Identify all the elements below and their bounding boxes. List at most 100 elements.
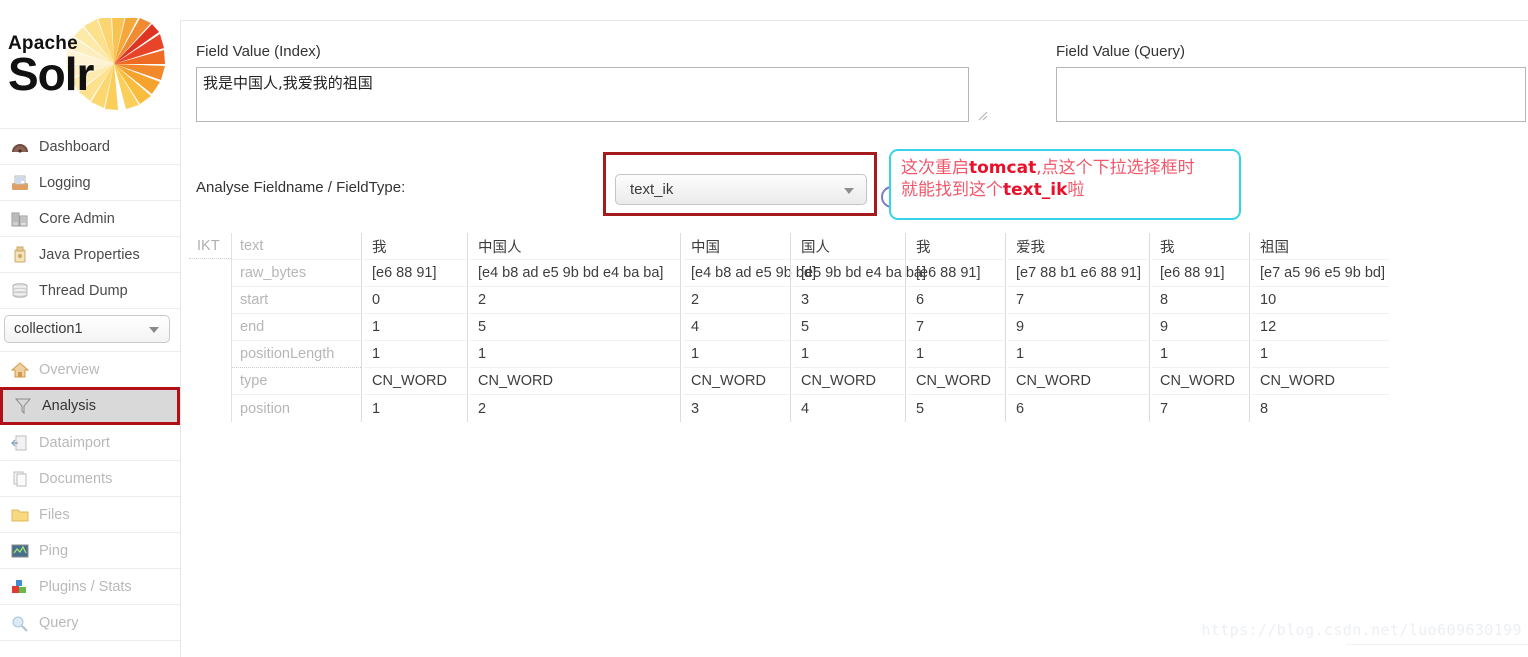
java-properties-icon — [10, 246, 30, 264]
query-field-block: Field Value (Query) — [1056, 43, 1526, 127]
sidebar-item-files[interactable]: Files — [0, 497, 180, 533]
callout-l2-post: 啦 — [1067, 180, 1085, 201]
token-cell: 8 — [1152, 287, 1249, 314]
token-column: 我 [e6 88 91] 8 9 1 CN_WORD 7 — [1149, 233, 1249, 422]
token-cell: [e6 88 91] — [1152, 260, 1249, 287]
token-cell: [e4 b8 ad e5 9b bd e4 ba ba] — [470, 260, 680, 287]
query-field-label: Field Value (Query) — [1056, 43, 1185, 60]
attribute-label: type — [232, 368, 361, 395]
home-icon — [10, 361, 30, 379]
token-column: 国人 [e5 9b bd e4 ba ba] 3 5 1 CN_WORD 4 — [790, 233, 926, 422]
chevron-down-icon — [149, 327, 159, 333]
core-selector[interactable]: collection1 — [4, 315, 170, 343]
token-cell: 祖国 — [1252, 233, 1389, 260]
sidebar-label: Dataimport — [39, 434, 110, 451]
token-cell: 1 — [1152, 341, 1249, 368]
token-cell: 5 — [916, 400, 925, 417]
dataimport-icon — [10, 434, 30, 452]
token-cell: 3 — [793, 287, 905, 314]
token-cell: 3 — [691, 400, 700, 417]
attribute-label: end — [232, 314, 361, 341]
token-cell: 5 — [470, 314, 680, 341]
token-column: 我 [e6 88 91] 0 1 1 CN_WORD 1 — [361, 233, 467, 422]
token-cell: 1 — [372, 400, 381, 417]
solr-logo[interactable]: Apache Solr — [0, 0, 180, 128]
token-cell: 4 — [683, 314, 790, 341]
token-column: 祖国 [e7 a5 96 e5 9b bd] 10 12 1 CN_WORD 8 — [1249, 233, 1389, 422]
sidebar-label: Logging — [39, 174, 91, 191]
analyzer-label: IKT — [189, 233, 231, 259]
token-cell: [e6 88 91] — [908, 260, 1005, 287]
token-cell: 爱我 — [1008, 233, 1149, 260]
token-cell: 1 — [364, 314, 467, 341]
funnel-icon — [13, 397, 33, 415]
token-cell: 7 — [908, 314, 1005, 341]
token-cell: 中国 — [683, 233, 790, 260]
attribute-label: text — [232, 233, 361, 260]
documents-icon — [10, 470, 30, 488]
index-value-textarea[interactable] — [196, 67, 969, 122]
sidebar-item-thread-dump[interactable]: Thread Dump — [0, 273, 180, 309]
sidebar-label: Plugins / Stats — [39, 578, 132, 595]
token-cell: 4 — [801, 400, 810, 417]
token-cell: CN_WORD — [1252, 368, 1389, 395]
dashboard-icon — [10, 138, 30, 156]
analyzer-column: IKT — [189, 233, 231, 422]
attribute-column: text raw_bytes start end positionLength type p… — [231, 233, 361, 422]
callout-l2-bold: text_ik — [1003, 180, 1068, 201]
plugins-icon — [10, 578, 30, 596]
sidebar-item-core-admin[interactable]: Core Admin — [0, 201, 180, 237]
token-cell: 我 — [1152, 233, 1249, 260]
token-cell: 7 — [1160, 400, 1169, 417]
sidebar-item-overview[interactable]: Overview — [0, 352, 180, 388]
sidebar-item-logging[interactable]: Logging — [0, 165, 180, 201]
global-nav: Dashboard Logging Core Admin Java Proper… — [0, 128, 180, 309]
token-cell: [e5 9b bd e4 ba ba] — [793, 260, 926, 287]
index-field-block: Field Value (Index) — [196, 43, 988, 127]
watermark: https://blog.csdn.net/luo609630199 — [1201, 621, 1522, 639]
token-cell: 国人 — [793, 233, 905, 260]
token-cell: 2 — [683, 287, 790, 314]
token-cell: 我 — [908, 233, 1005, 260]
sidebar-label: Query — [39, 614, 79, 631]
sidebar-item-dashboard[interactable]: Dashboard — [0, 129, 180, 165]
sidebar-item-query[interactable]: Query — [0, 605, 180, 641]
attribute-label: raw_bytes — [232, 260, 361, 287]
token-cell: 5 — [793, 314, 905, 341]
sidebar-item-plugins-stats[interactable]: Plugins / Stats — [0, 569, 180, 605]
token-cell: CN_WORD — [1152, 368, 1249, 395]
token-column: 我 [e6 88 91] 6 7 1 CN_WORD 5 — [905, 233, 1005, 422]
sidebar-item-documents[interactable]: Documents — [0, 461, 180, 497]
resize-grip-icon — [978, 111, 988, 121]
query-icon — [10, 614, 30, 632]
sidebar-item-java-properties[interactable]: Java Properties — [0, 237, 180, 273]
sidebar-item-dataimport[interactable]: Dataimport — [0, 425, 180, 461]
core-admin-icon — [10, 210, 30, 228]
sidebar-item-ping[interactable]: Ping — [0, 533, 180, 569]
token-cell: CN_WORD — [793, 368, 905, 395]
thread-dump-icon — [10, 282, 30, 300]
solr-wordmark: Apache Solr — [8, 34, 94, 97]
callout-l1-bold: tomcat — [969, 158, 1037, 178]
callout-l1-pre: 这次重启 — [901, 158, 969, 178]
analyse-fieldtype-row: Analyse Fieldname / FieldType: — [196, 179, 405, 196]
token-cell: [e6 88 91] — [364, 260, 467, 287]
callout-line-2: 就能找到这个text_ik啦 — [901, 179, 1231, 201]
core-selector-wrap: collection1 — [0, 309, 180, 351]
logging-icon — [10, 174, 30, 192]
token-cell: 10 — [1252, 287, 1389, 314]
token-cell: 1 — [1252, 341, 1389, 368]
token-cell: 中国人 — [470, 233, 680, 260]
attribute-label: positionLength — [232, 341, 361, 368]
token-cell: CN_WORD — [470, 368, 680, 395]
fieldtype-select[interactable]: text_ik — [615, 174, 867, 205]
token-cell: 我 — [364, 233, 467, 260]
core-selector-value: collection1 — [14, 321, 83, 337]
token-cell: 9 — [1008, 314, 1149, 341]
token-columns: 我 [e6 88 91] 0 1 1 CN_WORD 1 中国人 [e4 b8 ad e5 9b… — [361, 233, 1389, 422]
token-cell: [e7 a5 96 e5 9b bd] — [1252, 260, 1389, 287]
analysis-results-table: IKT text raw_bytes start end positionLength t… — [189, 233, 1389, 422]
query-value-textarea[interactable] — [1056, 67, 1526, 122]
token-cell: [e7 88 b1 e6 88 91] — [1008, 260, 1149, 287]
sidebar-item-analysis[interactable]: Analysis — [0, 387, 180, 425]
